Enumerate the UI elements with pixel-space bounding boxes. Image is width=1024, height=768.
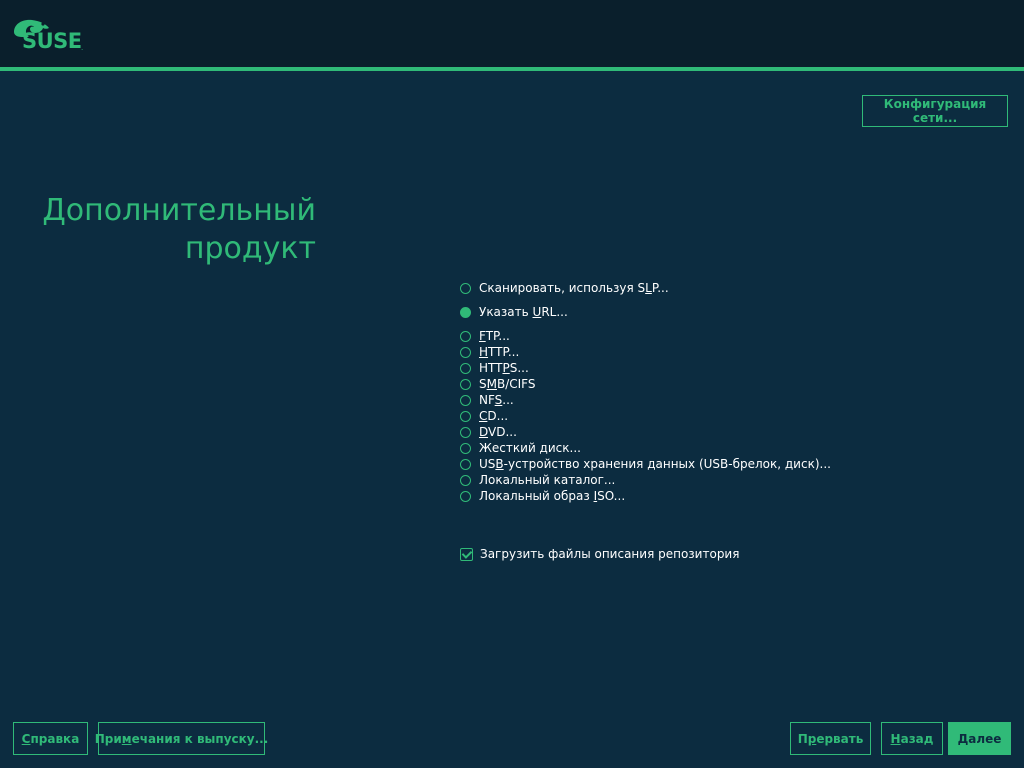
option-smb-cifs[interactable]: SMB/CIFS xyxy=(460,376,536,392)
release-notes-button[interactable]: При м ечания к выпуску... xyxy=(95,722,268,755)
radio-button[interactable] xyxy=(460,474,471,486)
option-usb-storage[interactable]: USB-устройство хранения данных (USB-брел… xyxy=(460,456,831,472)
logo-text: SUSE xyxy=(22,29,82,53)
radio-button[interactable] xyxy=(460,490,471,502)
radio-button[interactable] xyxy=(460,330,471,342)
option-ftp[interactable]: FTP... xyxy=(460,328,510,344)
option-label: SMB/CIFS xyxy=(479,377,536,391)
checkbox-label: Загрузить файлы описания репозитория xyxy=(480,547,740,561)
option-nfs[interactable]: NFS... xyxy=(460,392,514,408)
option-specify-url[interactable]: Указать URL... xyxy=(460,304,568,320)
checkbox-checked-icon[interactable] xyxy=(460,547,473,561)
radio-button[interactable] xyxy=(460,282,471,294)
option-label: Локальный образ ISO... xyxy=(479,489,626,503)
option-scan-slp[interactable]: Сканировать, используя SLP... xyxy=(460,280,669,296)
radio-button[interactable] xyxy=(460,362,471,374)
accent-divider xyxy=(0,67,1024,71)
option-label: NFS... xyxy=(479,393,514,407)
suse-logo: SUSE . xyxy=(12,18,88,54)
radio-button[interactable] xyxy=(460,426,471,438)
back-button[interactable]: Назад xyxy=(881,722,943,755)
option-label: DVD... xyxy=(479,425,517,439)
option-label: Локальный каталог... xyxy=(479,473,616,487)
option-hard-disk[interactable]: Жесткий диск... xyxy=(460,440,581,456)
option-label: HTTP... xyxy=(479,345,520,359)
option-local-directory[interactable]: Локальный каталог... xyxy=(460,472,615,488)
top-bar: SUSE . xyxy=(0,0,1024,67)
radio-button-selected[interactable] xyxy=(460,306,471,318)
radio-button[interactable] xyxy=(460,378,471,390)
option-local-iso-image[interactable]: Локальный образ ISO... xyxy=(460,488,625,504)
help-button[interactable]: Справка xyxy=(13,722,88,755)
radio-button[interactable] xyxy=(460,442,471,454)
option-label: HTTPS... xyxy=(479,361,529,375)
option-label: FTP... xyxy=(479,329,510,343)
option-label: Указать URL... xyxy=(479,305,568,319)
option-http[interactable]: HTTP... xyxy=(460,344,519,360)
abort-button[interactable]: Пр ервать xyxy=(790,722,871,755)
option-label: CD... xyxy=(479,409,509,423)
option-label: Жесткий диск... xyxy=(479,441,581,455)
option-https[interactable]: HTTPS... xyxy=(460,360,529,376)
page-title: Дополнительный продукт xyxy=(16,192,316,268)
radio-button[interactable] xyxy=(460,394,471,406)
option-cd[interactable]: CD... xyxy=(460,408,508,424)
page-title-line-2: продукт xyxy=(184,231,316,266)
option-dvd[interactable]: DVD... xyxy=(460,424,517,440)
radio-button[interactable] xyxy=(460,458,471,470)
radio-button[interactable] xyxy=(460,346,471,358)
option-label: USB-устройство хранения данных (USB-брел… xyxy=(479,457,831,471)
radio-button[interactable] xyxy=(460,410,471,422)
download-repo-description-checkbox[interactable]: Загрузить файлы описания репозитория xyxy=(460,546,739,562)
page-title-line-1: Дополнительный xyxy=(42,193,316,228)
option-label: Сканировать, используя SLP... xyxy=(479,281,669,295)
network-configuration-button[interactable]: Конфигурация сети... xyxy=(862,95,1008,127)
next-button[interactable]: Далее xyxy=(948,722,1011,755)
logo-mark: . xyxy=(81,44,84,52)
